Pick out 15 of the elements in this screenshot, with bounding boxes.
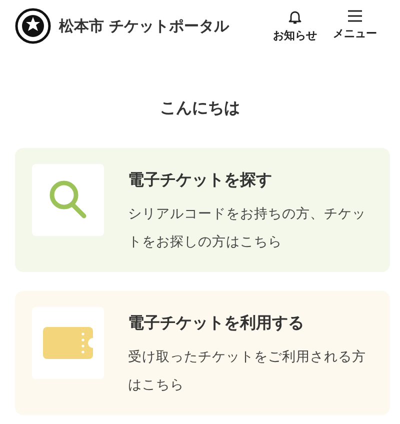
ticket-icon	[43, 327, 93, 359]
notifications-button[interactable]: お知らせ	[273, 9, 317, 43]
card-title: 電子チケットを利用する	[128, 312, 305, 334]
card-title: 電子チケットを探す	[128, 169, 273, 191]
search-icon	[49, 180, 87, 220]
menu-icon	[347, 9, 363, 24]
site-title: 松本市 チケットポータル	[59, 16, 230, 37]
ticket-card[interactable]: 電子チケットを利用する 受け取ったチケットをご利用される方はこちら	[15, 291, 390, 415]
ticket-card[interactable]: 電子チケットを探す シリアルコードをお持ちの方、チケットをお探しの方はこちら	[15, 148, 390, 272]
menu-button[interactable]: メニュー	[333, 9, 377, 43]
bell-icon	[287, 9, 303, 26]
card-description: 受け取ったチケットをご利用される方はこちら	[128, 348, 367, 395]
card-description: シリアルコードをお持ちの方、チケットをお探しの方はこちら	[128, 205, 367, 252]
greeting-text: こんにちは	[159, 97, 241, 119]
logo-icon	[15, 8, 51, 44]
